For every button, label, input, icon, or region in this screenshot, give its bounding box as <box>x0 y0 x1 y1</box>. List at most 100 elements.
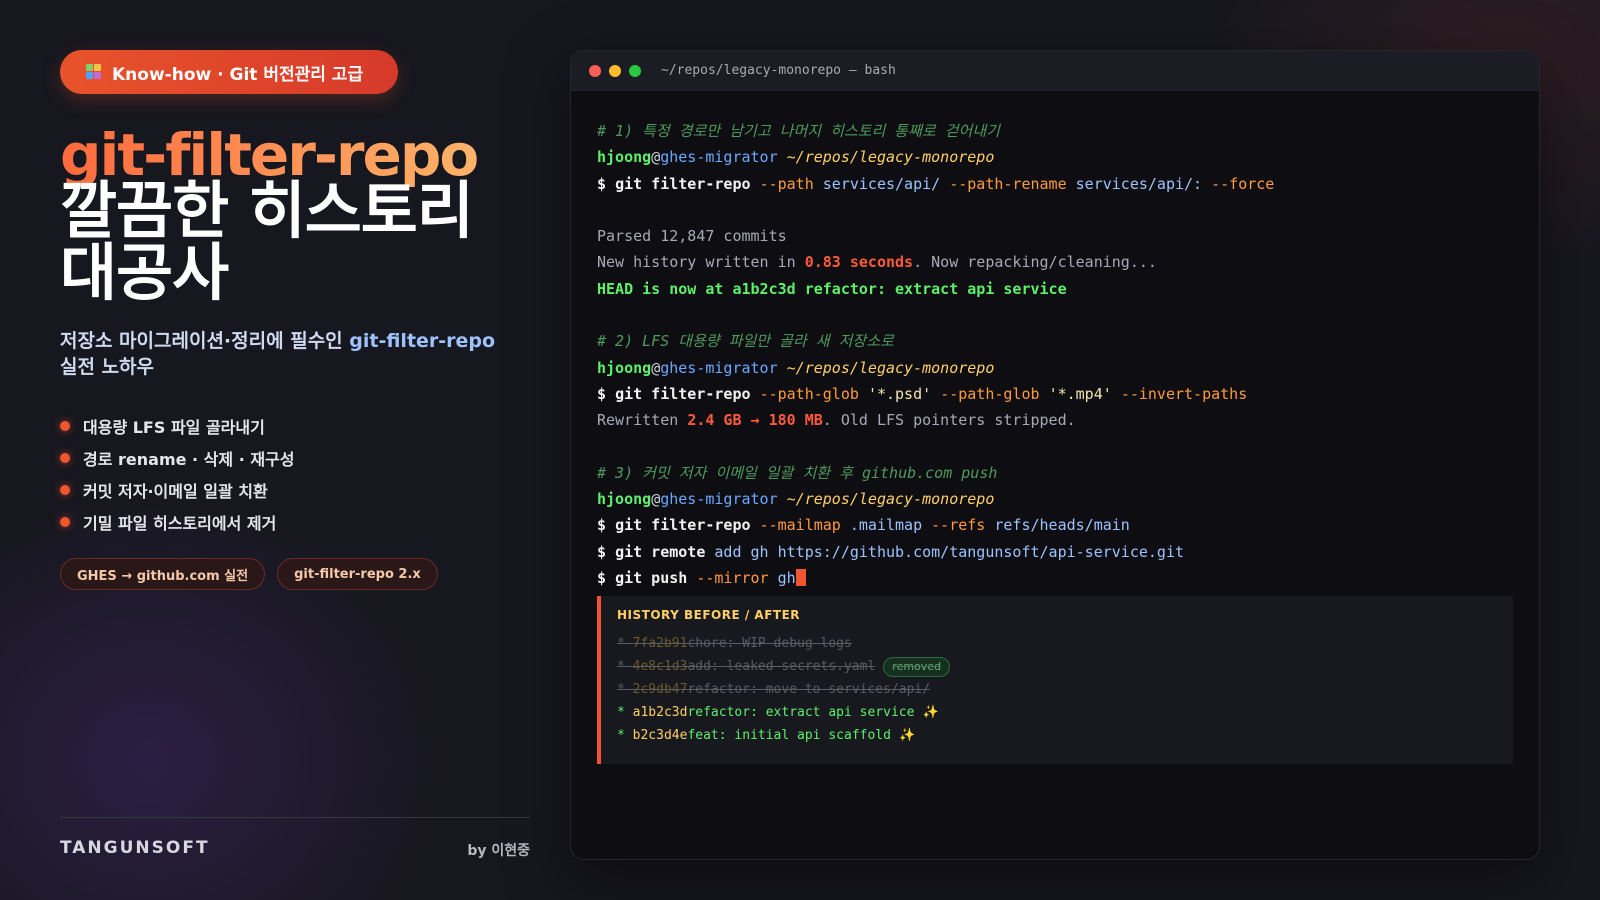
feature-label: 커밋 저자·이메일 일괄 치환 <box>83 482 268 501</box>
command-flag: --path-rename <box>949 174 1067 193</box>
command-flag: --path-glob <box>940 384 1040 403</box>
subtitle-suffix: 실전 노하우 <box>60 356 155 378</box>
output-text: . Now repacking/cleaning... <box>913 253 1157 272</box>
brand-logo: TANGUNSOFT <box>60 838 210 858</box>
output-line: Rewritten 2.4 GB → 180 MB. Old LFS point… <box>597 407 1513 433</box>
bullet-dot-icon <box>60 453 70 463</box>
prompt-line: hjoong@ghes-migrator ~/repos/legacy-mono… <box>597 490 995 509</box>
commit-message: refactor: extract api service <box>687 705 915 720</box>
command-line: $ git filter-repo --mailmap .mailmap --r… <box>597 512 1513 538</box>
terminal-window: ~/repos/legacy-monorepo — bash # 1) 특정 경… <box>570 50 1540 860</box>
maximize-dot-icon[interactable] <box>629 64 641 77</box>
command-line: $ git remote add gh https://github.com/t… <box>597 539 1513 565</box>
command-line: $ git filter-repo --path services/api/ -… <box>597 171 1513 197</box>
command-arg: .mailmap <box>849 516 923 535</box>
feature-item: 커밋 저자·이메일 일괄 치환 <box>60 474 295 506</box>
author-byline: by 이현중 <box>467 843 530 859</box>
feature-item: 경로 rename · 삭제 · 재구성 <box>60 442 295 474</box>
prompt-symbol: $ <box>597 174 607 193</box>
commit-hash: 7fa2b91 <box>632 636 688 651</box>
history-panel: HISTORY BEFORE / AFTER * 7fa2b91 chore: … <box>597 596 1513 764</box>
sparkle-icon: ✨ <box>922 705 939 720</box>
prompt-line: hjoong@ghes-migrator ~/repos/legacy-mono… <box>597 358 995 377</box>
command-string: '*.mp4' <box>1048 384 1112 403</box>
category-badge: Know-how · Git 버전관리 고급 <box>60 50 398 94</box>
terminal-titlebar: ~/repos/legacy-monorepo — bash <box>571 51 1539 91</box>
command: git push <box>615 569 688 588</box>
commit-hash: 4e8c1d3 <box>632 659 688 674</box>
prompt-host: ghes-migrator <box>660 490 778 509</box>
command-flag: --mailmap <box>759 516 841 535</box>
commit-hash: b2c3d4e <box>632 728 688 743</box>
commit-message: refactor: move to services/api/ <box>687 682 931 697</box>
prompt-user: hjoong <box>597 490 652 509</box>
prompt-user: hjoong <box>597 148 652 167</box>
hero-subtitle: 저장소 마이그레이션·정리에 필수인 git-filter-repo 실전 노하… <box>60 328 530 380</box>
comment-line: # 2) LFS 대용량 파일만 골라 새 저장소로 <box>597 332 894 351</box>
command-line: $ git filter-repo --path-glob '*.psd' --… <box>597 381 1513 407</box>
git-branch-icon <box>86 64 102 80</box>
success-line: HEAD is now at a1b2c3d refactor: extract… <box>597 279 1067 298</box>
prompt-line: hjoong@ghes-migrator ~/repos/legacy-mono… <box>597 148 995 167</box>
output-line: Parsed 12,847 commits <box>597 227 787 246</box>
command-flag: --refs <box>931 516 986 535</box>
command-arg: add gh <box>714 542 769 561</box>
command-arg: refs/heads/main <box>994 516 1130 535</box>
chip-version: git-filter-repo 2.x <box>277 558 438 590</box>
bullet-dot-icon <box>60 421 70 431</box>
command-flag: --force <box>1211 174 1275 193</box>
history-title: HISTORY BEFORE / AFTER <box>617 608 801 622</box>
feature-list: 대용량 LFS 파일 골라내기 경로 rename · 삭제 · 재구성 커밋 … <box>60 410 295 538</box>
feature-item: 기밀 파일 히스토리에서 제거 <box>60 506 295 538</box>
command-line[interactable]: $ git push --mirror gh <box>597 565 1513 591</box>
command-url: https://github.com/tangunsoft/api-servic… <box>777 542 1185 561</box>
terminal-output: # 1) 특정 경로만 남기고 나머지 히스토리 통째로 걷어내기 hjoong… <box>597 118 1513 591</box>
command: git remote <box>615 542 706 561</box>
history-new-item: * b2c3d4e feat: initial api scaffold ✨ <box>617 724 1497 747</box>
command-flag: --invert-paths <box>1120 384 1248 403</box>
comment-line: # 1) 특정 경로만 남기고 나머지 히스토리 통째로 걷어내기 <box>597 122 1000 140</box>
output-number: 0.83 seconds <box>804 253 914 272</box>
history-old-item: * 4e8c1d3 add: leaked-secrets.yaml remov… <box>617 655 1497 678</box>
commit-hash: 2c9db47 <box>632 682 688 697</box>
feature-label: 대용량 LFS 파일 골라내기 <box>83 418 265 437</box>
prompt-path: ~/repos/legacy-monorepo <box>786 358 995 377</box>
text-cursor <box>795 569 806 587</box>
prompt-symbol: $ <box>597 516 607 535</box>
prompt-symbol: $ <box>597 569 607 588</box>
output-text: New history written in <box>597 253 805 272</box>
command: git filter-repo <box>615 174 751 193</box>
command-arg: services/api/: <box>1075 174 1203 193</box>
history-old-item: * 2c9db47 refactor: move to services/api… <box>617 678 1497 701</box>
hero-title-sub: 깔끔한 히스토리 대공사 <box>60 180 530 304</box>
bullet-dot-icon <box>60 517 70 527</box>
hero-title-line1: 깔끔한 히스토리 <box>60 174 474 247</box>
close-dot-icon[interactable] <box>589 64 601 77</box>
feature-item: 대용량 LFS 파일 골라내기 <box>60 410 295 442</box>
comment-line: # 3) 커밋 저자 이메일 일괄 치환 후 github.com push <box>597 463 998 482</box>
badge-label: Know-how · Git 버전관리 고급 <box>112 64 364 85</box>
command-flag: --mirror <box>696 569 769 588</box>
tag-chips: GHES → github.com 실전 git-filter-repo 2.x <box>60 558 438 590</box>
command-arg: gh <box>777 569 796 588</box>
output-text: . Old LFS pointers stripped. <box>822 411 1076 430</box>
prompt-user: hjoong <box>597 358 652 377</box>
subtitle-prefix: 저장소 마이그레이션·정리에 필수인 <box>60 330 350 352</box>
prompt-path: ~/repos/legacy-monorepo <box>786 148 995 167</box>
commit-message: chore: WIP debug logs <box>687 636 852 651</box>
commit-hash: a1b2c3d <box>632 705 688 720</box>
footer-divider <box>60 817 530 818</box>
subtitle-highlight: git-filter-repo <box>349 330 496 352</box>
sparkle-icon: ✨ <box>898 728 916 743</box>
terminal-title: ~/repos/legacy-monorepo — bash <box>661 63 896 78</box>
command: git filter-repo <box>615 516 751 535</box>
history-new-item: * a1b2c3d refactor: extract api service ✨ <box>617 701 1497 724</box>
output-line: New history written in 0.83 seconds. Now… <box>597 249 1513 275</box>
hero-title-line2: 대공사 <box>60 236 229 309</box>
command-arg: services/api/ <box>822 174 941 193</box>
prompt-host: ghes-migrator <box>660 148 778 167</box>
minimize-dot-icon[interactable] <box>609 64 621 77</box>
output-number: 2.4 GB → 180 MB <box>687 411 823 430</box>
commit-message: add: leaked-secrets.yaml <box>687 659 876 674</box>
removed-badge: removed <box>883 656 951 677</box>
